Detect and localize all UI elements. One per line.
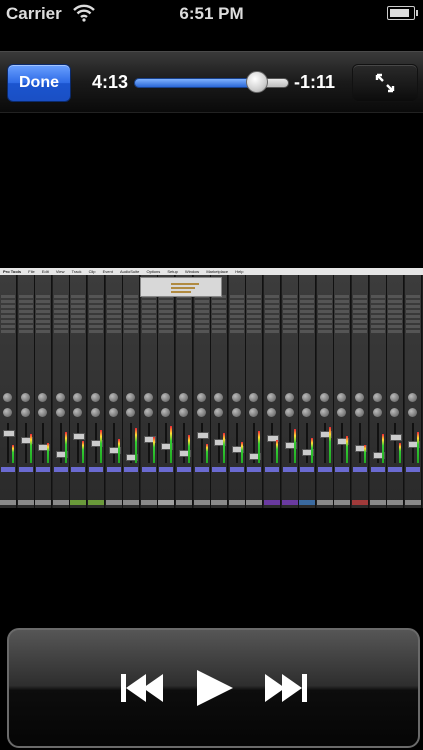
scrubber-slider[interactable]	[134, 71, 289, 93]
mixer-channel-strip	[281, 275, 299, 508]
mixer-channel-strip	[211, 275, 229, 508]
video-menu-item: AudioSuite	[119, 269, 140, 274]
battery-icon	[387, 6, 418, 20]
mixer-channel-strip	[140, 275, 158, 508]
battery-level	[390, 9, 409, 17]
clock: 6:51 PM	[179, 4, 244, 23]
remaining-time: -1:11	[294, 72, 336, 92]
mixer-channel-strip	[193, 275, 211, 508]
video-menubar: Pro Tools File Edit View Track Clip Even…	[0, 268, 423, 275]
mixer-channel-strip	[369, 275, 387, 508]
video-menu-item: Window	[184, 269, 200, 274]
done-button[interactable]: Done	[7, 64, 71, 102]
mixer-channel-strip	[35, 275, 53, 508]
video-menu-item: Help	[235, 269, 244, 274]
mixer-channel-strip	[334, 275, 352, 508]
mixer-channel-strip	[316, 275, 334, 508]
next-button[interactable]	[259, 660, 315, 716]
mixer-channel-strip	[404, 275, 422, 508]
mixer-channel-strip	[228, 275, 246, 508]
video-menu-item: Clip	[88, 269, 96, 274]
scrubber-thumb[interactable]	[246, 71, 269, 93]
scrubber-played	[134, 78, 259, 88]
video-menu-item: Setup	[167, 269, 178, 274]
skip-forward-icon	[265, 674, 307, 702]
mixer-channel-strip	[70, 275, 88, 508]
mixer-channel-strip	[176, 275, 193, 508]
mixer-channel-strip	[387, 275, 405, 508]
expand-button[interactable]	[352, 64, 418, 102]
elapsed-time: 4:13	[92, 72, 129, 92]
video-menu-item: Options	[146, 269, 161, 274]
mixer-channel-strip	[17, 275, 35, 508]
video-menu-item: Marketplace	[206, 269, 229, 274]
mixer-channel-strip	[88, 275, 105, 508]
mixer-channel-strip	[52, 275, 70, 508]
mixer-channel-strip	[299, 275, 317, 508]
mixer-channel-strip	[264, 275, 281, 508]
mixer-channel-strip	[352, 275, 369, 508]
status-bar: Carrier 6:51 PM	[0, 0, 423, 27]
video-popup-dialog	[140, 277, 222, 297]
mixer-channel-strip	[0, 275, 17, 508]
mixer-channel-strip	[158, 275, 176, 508]
play-icon	[197, 670, 233, 706]
play-button[interactable]	[185, 660, 241, 716]
expand-icon	[375, 73, 395, 93]
video-menu-item: Track	[71, 269, 82, 274]
video-menu-item: File	[28, 269, 35, 274]
mixer-channel-strip	[246, 275, 264, 508]
video-menu-item: Edit	[41, 269, 49, 274]
mixer-channel-strip	[105, 275, 123, 508]
mixer-window	[0, 275, 423, 508]
mixer-channel-strip	[123, 275, 141, 508]
skip-back-icon	[121, 674, 163, 702]
video-menu-item: View	[55, 269, 65, 274]
transport-controls	[7, 628, 420, 748]
previous-button[interactable]	[113, 660, 169, 716]
player-top-bar: Done 4:13 -1:11	[0, 51, 423, 113]
video-menu-app: Pro Tools	[3, 269, 22, 274]
video-menu-item: Event	[102, 269, 113, 274]
video-frame[interactable]: Pro Tools File Edit View Track Clip Even…	[0, 268, 423, 508]
